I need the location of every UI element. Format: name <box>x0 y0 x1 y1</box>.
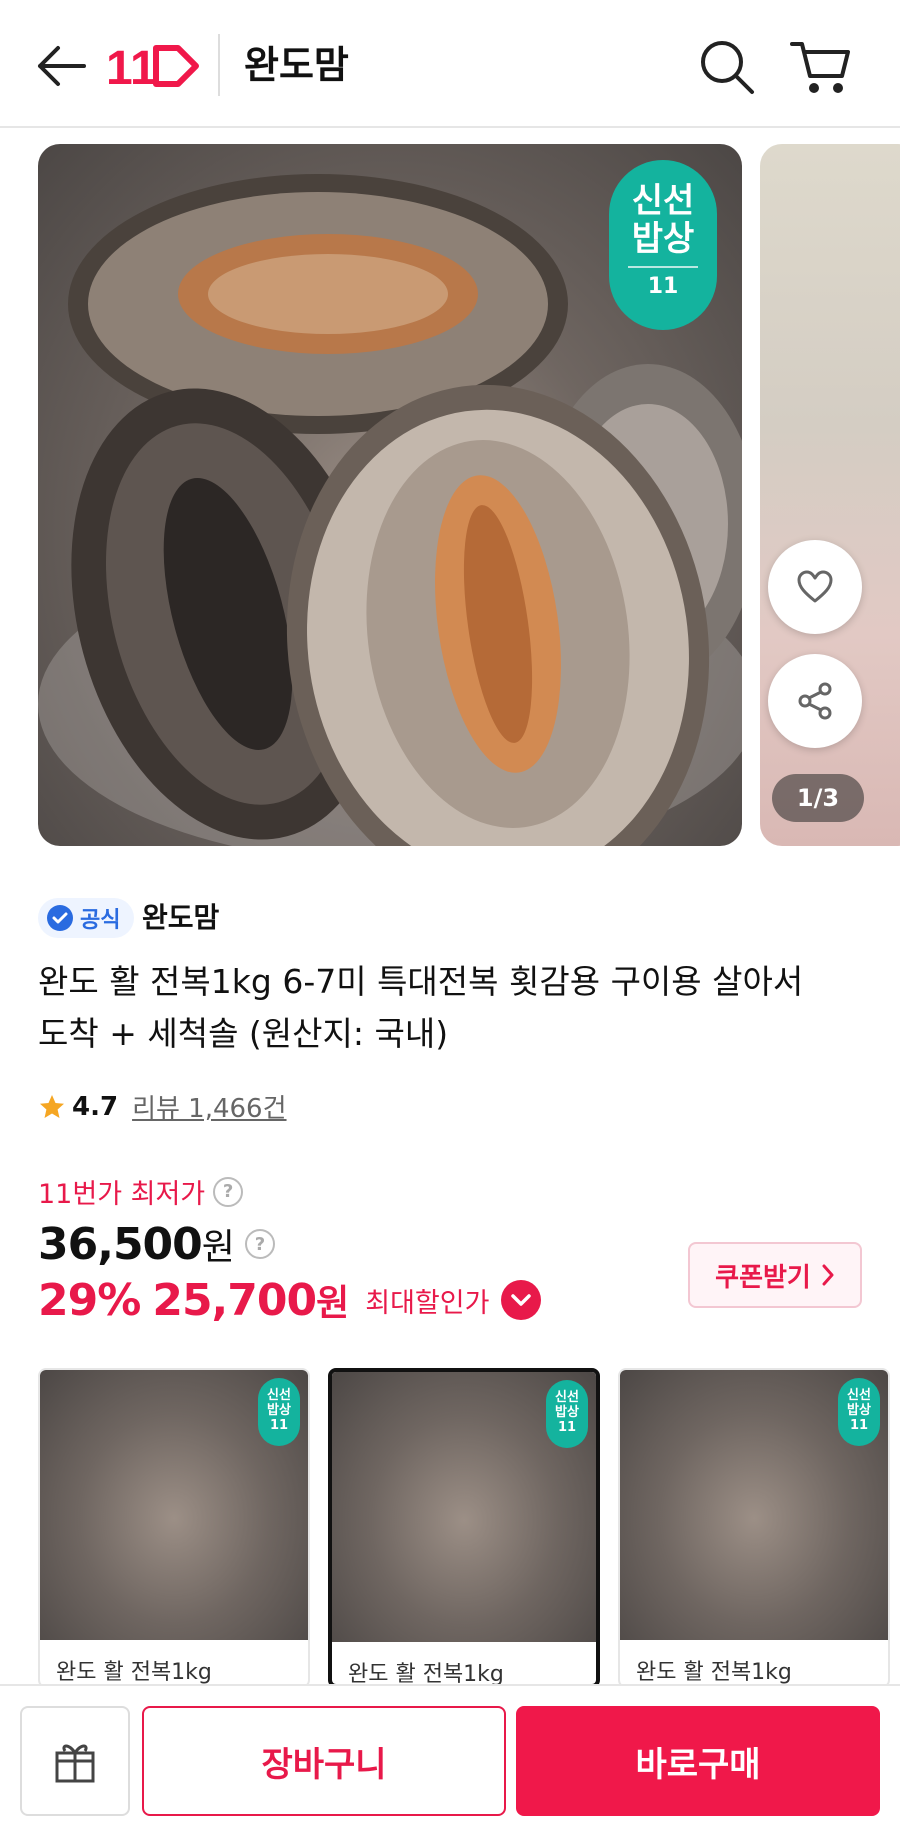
share-icon <box>798 682 832 720</box>
chevron-down-icon[interactable] <box>501 1280 542 1320</box>
eleven-street-logo[interactable]: 11 <box>106 40 200 95</box>
back-arrow-icon[interactable] <box>34 40 90 92</box>
coupon-label: 쿠폰받기 <box>715 1262 811 1293</box>
header-divider <box>218 34 220 96</box>
image-pager: 1/3 <box>772 774 864 822</box>
fresh-table-badge: 신선 밥상 11 <box>258 1378 300 1446</box>
rating-row[interactable]: 4.7 리뷰 1,466건 <box>38 1088 287 1125</box>
badge-line2: 밥상 <box>631 219 695 259</box>
verified-icon <box>47 905 73 931</box>
heart-icon <box>797 570 833 603</box>
coupon-button[interactable]: 쿠폰받기 <box>688 1242 862 1308</box>
fresh-table-badge: 신선 밥상 11 <box>546 1380 588 1448</box>
option-title: 완도 활 전복1kg <box>348 1662 504 1687</box>
official-label: 공식 <box>80 908 121 933</box>
gift-button[interactable] <box>20 1706 130 1816</box>
official-store-badge: 공식 <box>38 898 135 938</box>
fresh-table-badge: 신선 밥상 11 <box>609 160 717 330</box>
gift-icon <box>55 1744 95 1783</box>
logo-text: 11 <box>106 42 157 92</box>
original-price-row: 36,500원 ? <box>38 1218 275 1270</box>
original-price-unit: 원 <box>201 1227 235 1268</box>
share-button[interactable] <box>768 654 862 748</box>
bottom-action-bar: 장바구니 바로구매 <box>0 1684 900 1836</box>
max-discount-label: 최대할인가 <box>365 1287 490 1319</box>
search-icon[interactable] <box>696 36 758 98</box>
discount-percent: 29% <box>38 1274 141 1326</box>
sale-price-unit: 원 <box>316 1283 350 1324</box>
seller-name[interactable]: 완도맘 <box>142 896 219 940</box>
star-icon <box>40 1094 64 1118</box>
option-card-selected[interactable]: 신선 밥상 11 완도 활 전복1kg <box>328 1368 600 1688</box>
lowest-price-label-row: 11번가 최저가 ? <box>38 1172 244 1211</box>
option-card[interactable]: 신선 밥상 11 완도 활 전복1kg <box>618 1368 890 1688</box>
help-icon[interactable]: ? <box>213 1176 244 1207</box>
option-thumbnail: 신선 밥상 11 <box>332 1372 596 1642</box>
add-to-cart-button[interactable]: 장바구니 <box>142 1706 506 1816</box>
review-count-link[interactable]: 리뷰 1,466건 <box>132 1088 286 1125</box>
wishlist-button[interactable] <box>768 540 862 634</box>
badge-line1: 신선 <box>631 181 695 221</box>
original-price: 36,500 <box>38 1219 203 1270</box>
badge-logo: 11 <box>647 274 679 299</box>
store-title[interactable]: 완도맘 <box>244 40 349 90</box>
top-app-bar: 11 완도맘 <box>0 0 900 128</box>
rating-score: 4.7 <box>72 1091 119 1122</box>
cart-icon[interactable] <box>788 36 852 98</box>
option-title: 완도 활 전복1kg <box>636 1660 792 1685</box>
sale-price: 25,700 <box>152 1275 317 1326</box>
option-card[interactable]: 신선 밥상 11 완도 활 전복1kg <box>38 1368 310 1688</box>
option-title: 완도 활 전복1kg <box>56 1660 212 1685</box>
product-title: 완도 활 전복1kg 6-7미 특대전복 횟감용 구이용 살아서도착 + 세척솔… <box>38 962 804 1053</box>
option-thumbnail: 신선 밥상 11 <box>620 1370 888 1640</box>
sale-price-row: 29% 25,700원 최대할인가 <box>38 1274 542 1326</box>
fresh-table-badge: 신선 밥상 11 <box>838 1378 880 1446</box>
option-thumbnail: 신선 밥상 11 <box>40 1370 308 1640</box>
chevron-right-icon <box>822 1264 834 1286</box>
lowest-price-label: 11번가 최저가 <box>38 1179 206 1210</box>
buy-now-button[interactable]: 바로구매 <box>516 1706 880 1816</box>
help-icon[interactable]: ? <box>244 1229 275 1259</box>
